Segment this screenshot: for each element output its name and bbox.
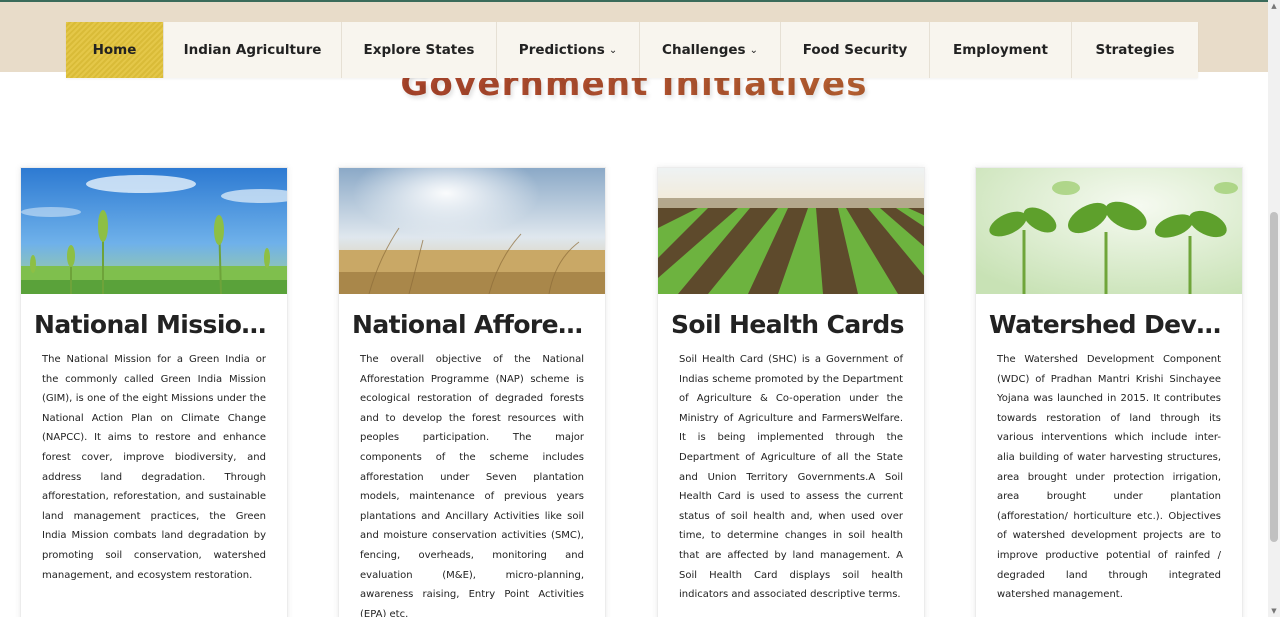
nav-food-security[interactable]: Food Security: [781, 22, 930, 78]
initiative-card: National Afforestation Programme The ove…: [338, 167, 606, 617]
scroll-up-arrow-icon[interactable]: ▲: [1268, 0, 1280, 12]
nav-explore-states-label: Explore States: [363, 42, 475, 58]
nav-challenges-label: Challenges: [662, 42, 746, 58]
nav-strategies-label: Strategies: [1095, 42, 1175, 58]
scroll-down-arrow-icon[interactable]: ▼: [1268, 605, 1280, 617]
card-title: Watershed Development: [989, 310, 1242, 339]
card-title: National Mission for a Green India: [34, 310, 287, 339]
card-image-dry-grass: [339, 168, 605, 294]
chevron-down-icon: ⌄: [608, 44, 618, 56]
nav-predictions[interactable]: Predictions ⌄: [497, 22, 640, 78]
initiative-card: National Mission for a Green India The N…: [20, 167, 288, 617]
card-title: Soil Health Cards: [671, 310, 905, 339]
nav-home[interactable]: Home: [66, 22, 164, 78]
page-scrollbar[interactable]: ▲ ▼: [1268, 0, 1280, 617]
initiative-card: Soil Health Cards Soil Health Card (SHC)…: [657, 167, 925, 617]
nav-strategies[interactable]: Strategies: [1072, 22, 1198, 78]
card-image-wheat-sky: [21, 168, 287, 294]
nav-challenges[interactable]: Challenges ⌄: [640, 22, 781, 78]
card-description: Soil Health Card (SHC) is a Government o…: [679, 354, 903, 601]
nav-predictions-label: Predictions: [518, 42, 605, 58]
nav-home-label: Home: [92, 42, 137, 58]
chevron-down-icon: ⌄: [749, 44, 758, 56]
card-description: The National Mission for a Green India o…: [42, 354, 266, 581]
card-description: The overall objective of the National Af…: [360, 354, 584, 617]
card-title: National Afforestation Programme: [352, 310, 605, 339]
card-description: The Watershed Development Component (WDC…: [997, 354, 1221, 601]
initiative-card: Watershed Development The Watershed Deve…: [975, 167, 1243, 617]
main-nav: Home Indian Agriculture Explore States P…: [66, 22, 1198, 78]
nav-indian-agriculture-label: Indian Agriculture: [183, 42, 322, 58]
nav-employment-label: Employment: [953, 42, 1048, 58]
nav-indian-agriculture[interactable]: Indian Agriculture: [164, 22, 342, 78]
nav-food-security-label: Food Security: [802, 42, 908, 58]
nav-explore-states[interactable]: Explore States: [342, 22, 497, 78]
nav-employment[interactable]: Employment: [930, 22, 1072, 78]
scrollbar-thumb[interactable]: [1270, 212, 1278, 542]
card-image-seedlings: [976, 168, 1242, 294]
card-image-crop-rows: [658, 168, 924, 294]
